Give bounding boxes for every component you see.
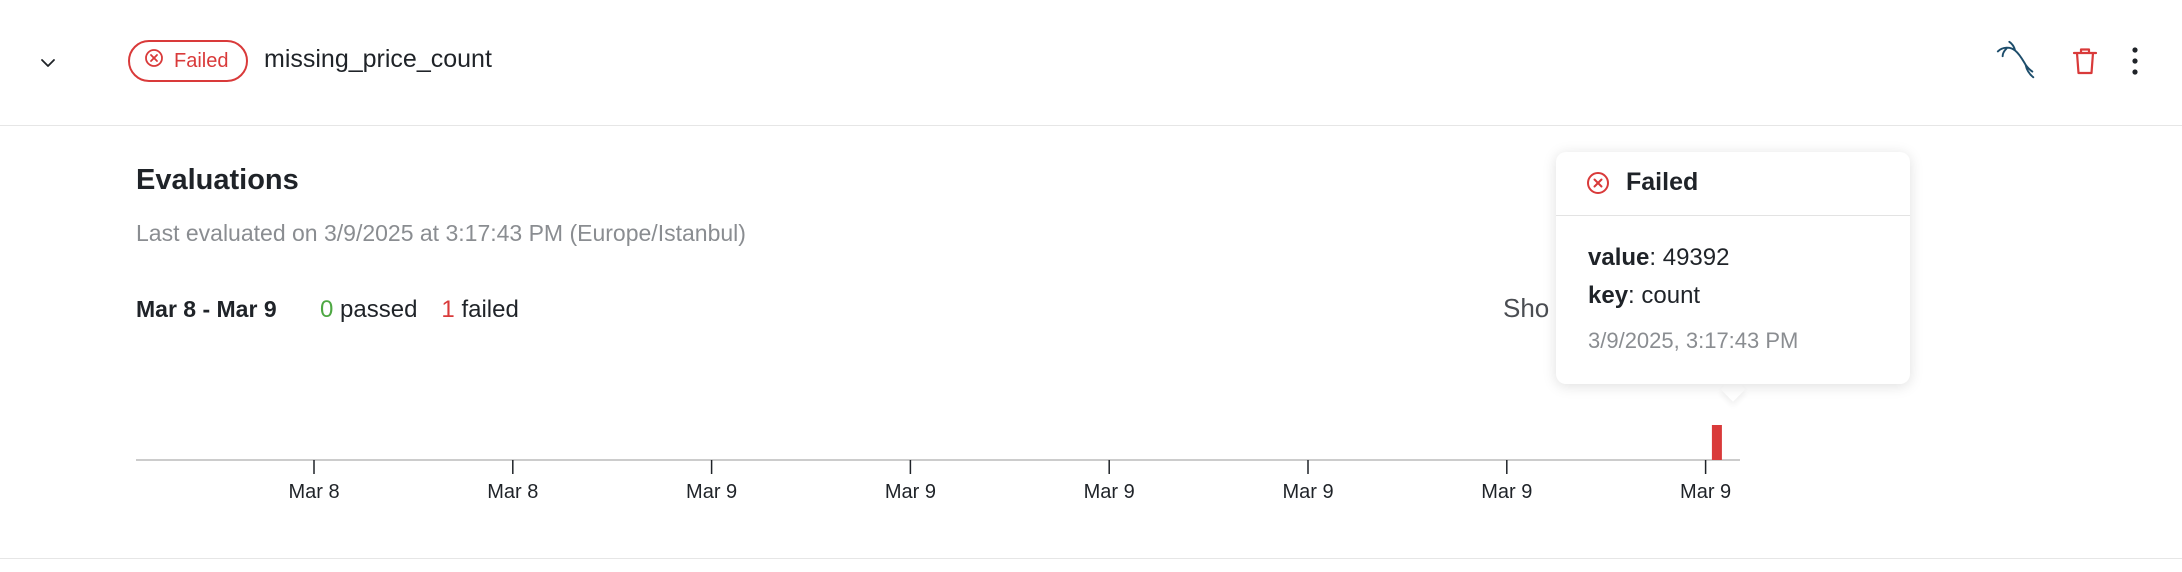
chevron-down-icon[interactable] xyxy=(38,53,58,73)
check-name: missing_price_count xyxy=(264,45,492,73)
mysql-dolphin-icon[interactable] xyxy=(1994,38,2040,84)
tooltip-value-key: value xyxy=(1588,244,1650,271)
tooltip-status: Failed xyxy=(1626,168,1699,196)
failed-count: 1 xyxy=(441,296,455,323)
date-range: Mar 8 - Mar 9 xyxy=(136,296,277,322)
failed-label: failed xyxy=(461,296,519,323)
evaluations-title: Evaluations xyxy=(136,164,299,196)
tooltip-key-key: key xyxy=(1588,282,1629,309)
passed-count-group: 0 passed xyxy=(320,296,417,324)
evaluation-counts: 0 passed 1 failed xyxy=(320,296,519,324)
passed-count: 0 xyxy=(320,296,334,323)
status-badge: Failed xyxy=(128,40,249,82)
tooltip-key-row: key: count xyxy=(1588,282,1701,309)
more-vertical-icon[interactable] xyxy=(2112,38,2158,84)
trash-icon[interactable] xyxy=(2062,38,2108,84)
evaluation-tooltip: Failed value: 49392 key: count 3/9/2025,… xyxy=(1556,152,1910,384)
show-toggle[interactable]: Sho xyxy=(1503,293,1549,324)
status-badge-label: Failed xyxy=(174,49,229,72)
x-circle-icon xyxy=(144,48,164,74)
check-header-row[interactable]: Failed missing_price_count xyxy=(0,0,2182,126)
divider xyxy=(0,558,2182,559)
last-evaluated-text: Last evaluated on 3/9/2025 at 3:17:43 PM… xyxy=(136,220,746,246)
tooltip-header: Failed xyxy=(1556,152,1910,216)
tooltip-value-row: value: 49392 xyxy=(1588,244,1730,271)
tooltip-timestamp: 3/9/2025, 3:17:43 PM xyxy=(1588,328,1799,353)
passed-label: passed xyxy=(340,296,418,323)
failed-count-group: 1 failed xyxy=(441,296,518,324)
tooltip-key-value: count xyxy=(1641,282,1701,309)
tooltip-value: 49392 xyxy=(1662,244,1730,271)
